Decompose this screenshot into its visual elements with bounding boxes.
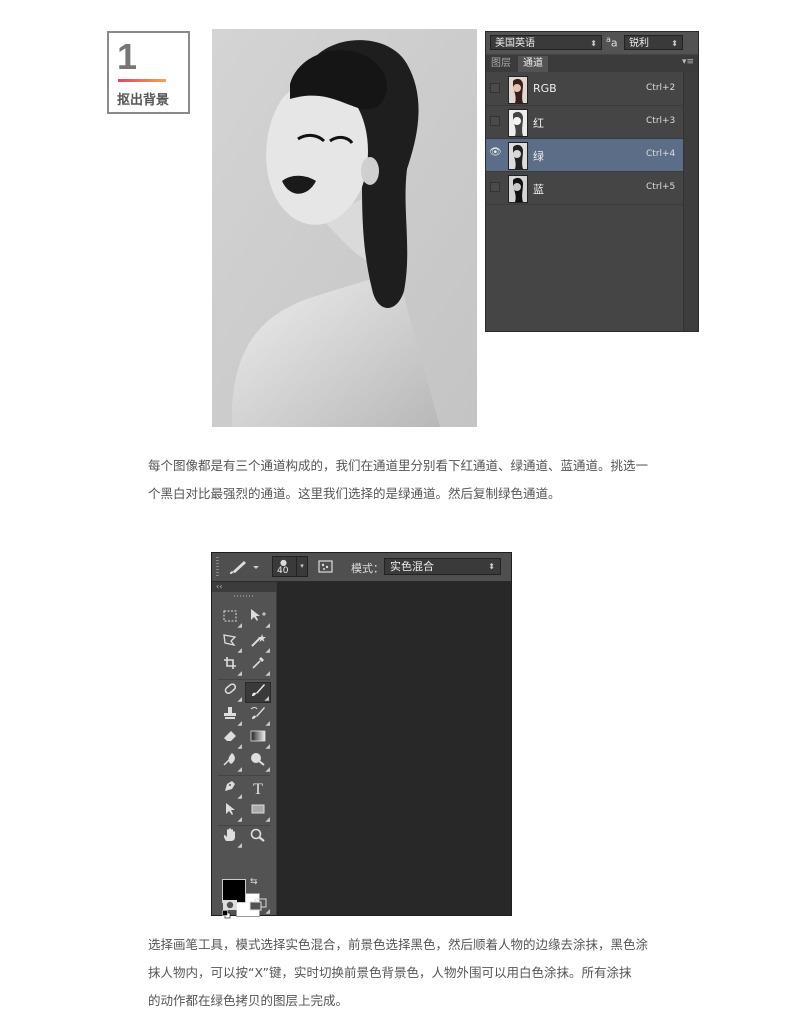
tab-layers[interactable]: 图层 [486, 56, 516, 72]
panel-top-bar: 美国英语 ⬍ aa 锐利 ⬍ [486, 32, 698, 54]
tool-separator [218, 679, 270, 680]
chevron-updown-icon: ⬍ [488, 562, 495, 571]
channel-thumbnail [508, 76, 528, 104]
language-select[interactable]: 美国英语 ⬍ [490, 35, 602, 50]
tool-preset-picker[interactable] [226, 556, 262, 577]
brush-panel-toggle[interactable] [316, 556, 336, 577]
rectangular-marquee-tool[interactable]: ◢ [217, 608, 243, 629]
dodge-tool[interactable]: ◢ [245, 752, 271, 773]
channel-thumbnail [508, 109, 528, 137]
paragraph-line: 个黑白对比最强烈的通道。这里我们选择的是绿通道。然后复制绿色通道。 [148, 486, 561, 501]
channel-row-rgb[interactable]: RGB Ctrl+2 [486, 73, 684, 106]
toolbox-grip[interactable] [234, 595, 254, 597]
brush-size-picker[interactable]: ● 40 ▾ [272, 556, 308, 577]
channels-panel: 美国英语 ⬍ aa 锐利 ⬍ 图层 通道 ▾≡ RGB Ctrl+2 红 Ctr… [485, 31, 699, 332]
chevron-updown-icon: ⬍ [671, 39, 678, 48]
paragraph-line: 抹人物内，可以按“X”键，实时切换前景色背景色，人物外围可以用白色涂抹。所有涂抹 [148, 965, 632, 980]
zoom-tool[interactable] [245, 828, 271, 849]
channel-name: 绿 [533, 150, 544, 163]
channel-shortcut: Ctrl+4 [646, 149, 676, 159]
spot-healing-brush-tool[interactable]: ◢ [217, 682, 243, 703]
channel-row-red[interactable]: 红 Ctrl+3 [486, 106, 684, 139]
chevron-down-icon: ▾ [296, 557, 307, 576]
sharpness-select[interactable]: 锐利 ⬍ [624, 35, 683, 50]
brush-panel-icon [318, 560, 333, 573]
visibility-toggle[interactable] [490, 83, 500, 93]
channel-thumbnail [508, 142, 528, 170]
eraser-tool[interactable]: ◢ [217, 729, 243, 750]
swap-colors-icon[interactable]: ⇆ [250, 877, 258, 887]
blend-mode-value: 实色混合 [390, 560, 434, 573]
photoshop-window: ● 40 ▾ 模式： 实色混合 ⬍ ‹‹ ◢ ◢ ◢ ◢ ◢ ◢ ◢ ◢ ◢ ◢… [211, 552, 512, 919]
channel-row-blue[interactable]: 蓝 Ctrl+5 [486, 172, 684, 205]
collapse-panel-icon[interactable]: ‹‹ [212, 582, 276, 592]
screen-mode-icon[interactable]: ◢ [245, 897, 271, 915]
channel-name: 红 [533, 117, 544, 130]
path-selection-tool[interactable]: ◢ [217, 802, 243, 823]
channel-thumbnail [508, 175, 528, 203]
paragraph-line: 每个图像都是有三个通道构成的，我们在通道里分别看下红通道、绿通道、蓝通道。挑选一 [148, 458, 649, 473]
eyedropper-tool[interactable]: ◢ [245, 656, 271, 677]
paragraph-channels: 每个图像都是有三个通道构成的，我们在通道里分别看下红通道、绿通道、蓝通道。挑选一… [148, 452, 668, 508]
portrait-photo [212, 29, 477, 427]
clone-stamp-tool[interactable]: ◢ [217, 706, 243, 727]
step-number: 1 [117, 36, 138, 77]
tool-separator [218, 825, 270, 826]
brush-size-value: 40 [277, 566, 289, 576]
panel-scrollbar[interactable] [683, 72, 698, 331]
panel-tabs: 图层 通道 ▾≡ [486, 55, 698, 72]
crop-tool[interactable]: ◢ [217, 656, 243, 677]
brush-tool[interactable]: ◢ [245, 682, 271, 703]
channel-row-green[interactable]: 👁 绿 Ctrl+4 [486, 139, 684, 172]
magic-wand-tool[interactable]: ◢ [245, 633, 271, 654]
channel-shortcut: Ctrl+5 [646, 182, 676, 192]
move-tool[interactable]: ◢ [245, 608, 271, 629]
options-bar: ● 40 ▾ 模式： 实色混合 ⬍ [212, 553, 511, 582]
type-tool[interactable]: T [245, 779, 271, 800]
history-brush-tool[interactable]: ◢ [245, 706, 271, 727]
blend-mode-select[interactable]: 实色混合 ⬍ [384, 558, 501, 575]
channel-name: RGB [533, 82, 557, 95]
channel-shortcut: Ctrl+3 [646, 116, 676, 126]
document-canvas[interactable] [277, 582, 511, 915]
channel-shortcut: Ctrl+2 [646, 83, 676, 93]
step-label: 抠出背景 [117, 93, 170, 108]
hand-tool[interactable]: ◢ [217, 828, 243, 849]
language-value: 美国英语 [495, 38, 535, 49]
polygonal-lasso-tool[interactable]: ◢ [217, 633, 243, 654]
step-badge: 1 抠出背景 [107, 31, 190, 114]
sharpness-value: 锐利 [629, 38, 649, 49]
tab-channels[interactable]: 通道 [518, 56, 548, 72]
tools-panel: ‹‹ ◢ ◢ ◢ ◢ ◢ ◢ ◢ ◢ ◢ ◢ ◢ ◢ ◢ ◢ ◢ T ◢ ◢ ◢… [212, 582, 277, 919]
channel-name: 蓝 [533, 183, 544, 196]
eye-icon[interactable]: 👁 [489, 147, 502, 158]
aa-anti-alias-icon: aa [606, 35, 618, 50]
accent-bar [118, 79, 166, 82]
gradient-tool[interactable]: ◢ [245, 729, 271, 750]
rectangle-tool[interactable]: ◢ [245, 802, 271, 823]
paragraph-line: 的动作都在绿色拷贝的图层上完成。 [148, 993, 349, 1008]
mode-label: 模式： [351, 562, 384, 575]
visibility-toggle[interactable] [490, 182, 500, 192]
options-grip[interactable] [216, 557, 219, 577]
blur-tool[interactable]: ◢ [217, 752, 243, 773]
paragraph-brush: 选择画笔工具，模式选择实色混合，前景色选择黑色，然后顺着人物的边缘去涂抹，黑色涂… [148, 931, 668, 1015]
quick-mask-icon[interactable] [217, 897, 243, 915]
panel-menu-icon[interactable]: ▾≡ [682, 57, 694, 67]
pen-tool[interactable]: ◢ [217, 779, 243, 800]
tool-separator [218, 775, 270, 776]
visibility-toggle[interactable] [490, 116, 500, 126]
chevron-updown-icon: ⬍ [590, 39, 597, 48]
brush-icon [230, 561, 259, 574]
paragraph-line: 选择画笔工具，模式选择实色混合，前景色选择黑色，然后顺着人物的边缘去涂抹，黑色涂 [148, 937, 649, 952]
